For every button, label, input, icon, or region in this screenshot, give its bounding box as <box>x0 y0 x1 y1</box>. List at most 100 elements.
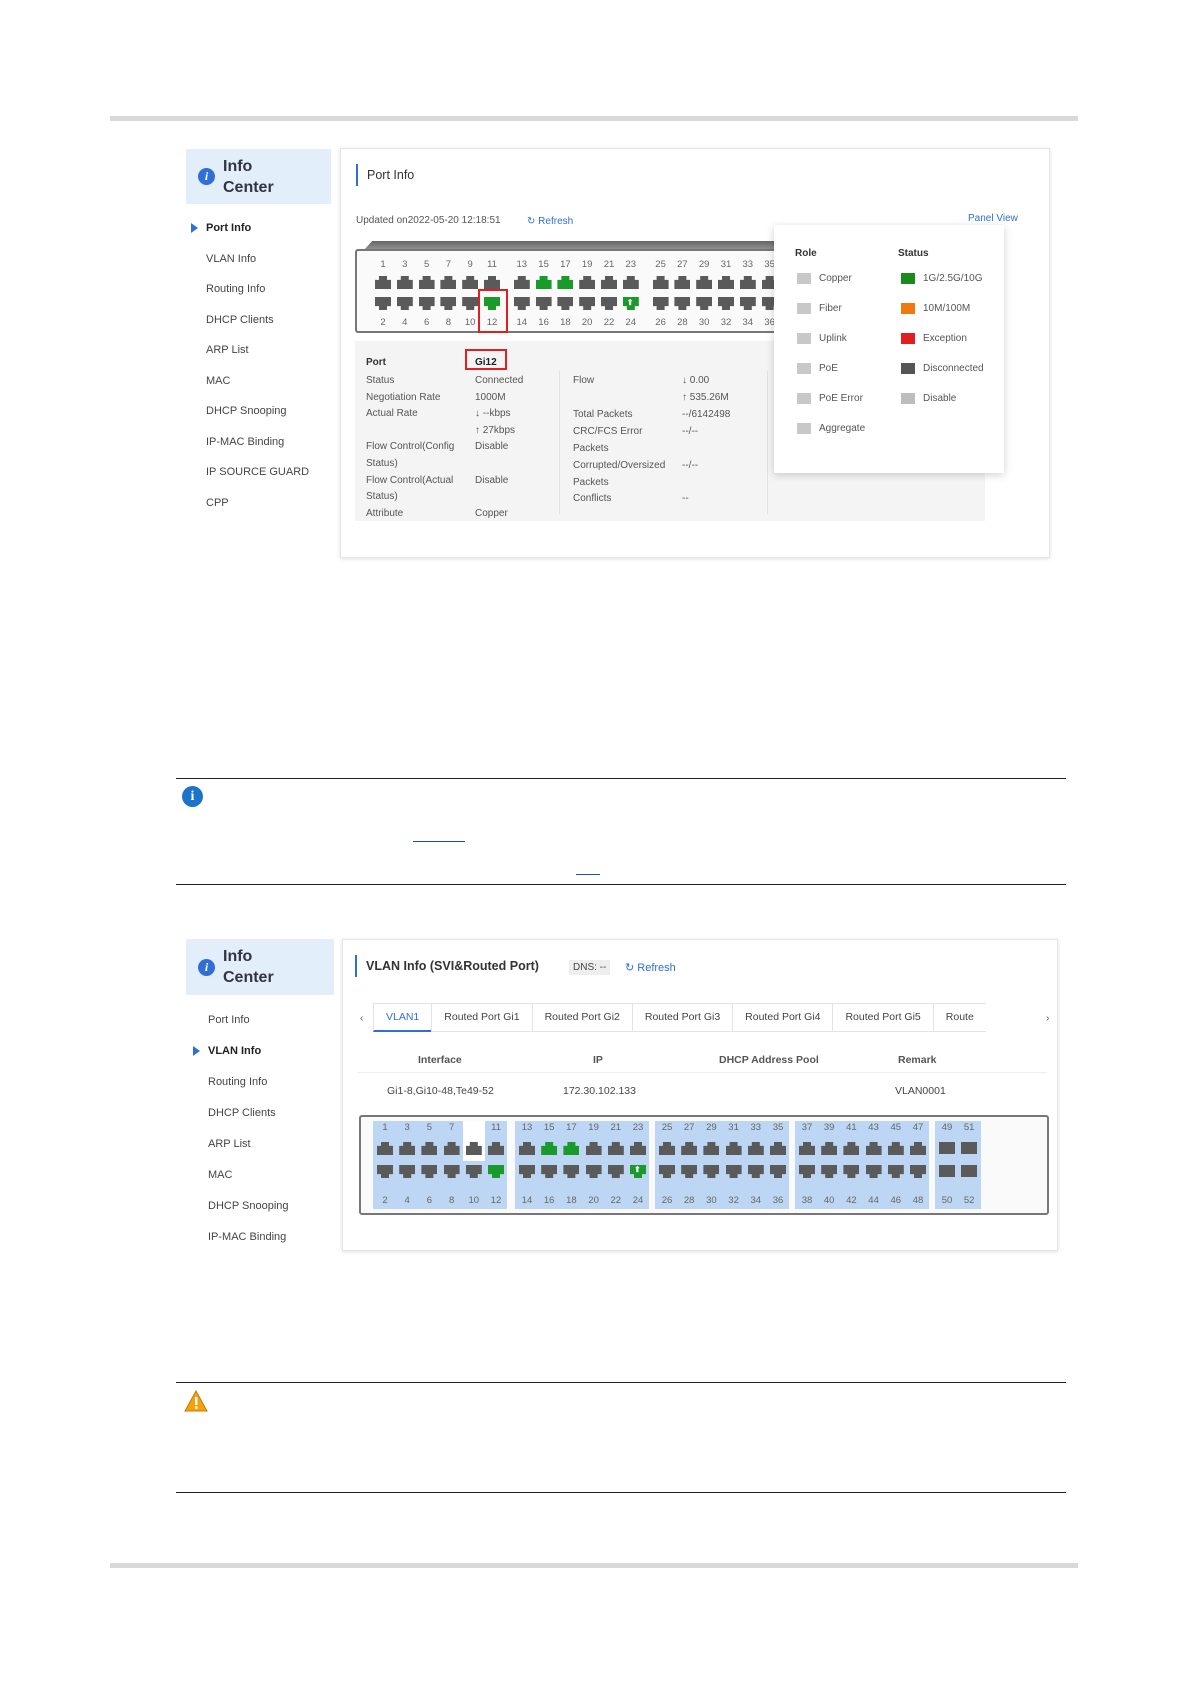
detail-key[interactable]: Attribute <box>366 508 403 519</box>
port-number-top[interactable]: 15 <box>541 1122 557 1133</box>
port-number-top[interactable]: 1 <box>377 1122 393 1133</box>
role-label[interactable]: Fiber <box>819 303 842 314</box>
detail-value[interactable]: 1000M <box>475 392 506 403</box>
ethernet-port[interactable] <box>652 276 669 289</box>
port-number-top[interactable]: 5 <box>421 1122 437 1133</box>
detail-value[interactable]: ↑ 535.26M <box>682 392 729 403</box>
port-number-top[interactable]: 23 <box>623 259 639 270</box>
port-number-top[interactable]: 27 <box>674 259 690 270</box>
detail-value[interactable]: Disable <box>475 475 508 486</box>
port-number-bottom[interactable]: 30 <box>703 1195 719 1206</box>
status-label[interactable]: Exception <box>923 333 967 344</box>
detail-value[interactable]: -- <box>682 493 689 504</box>
port-number-top[interactable]: 31 <box>718 259 734 270</box>
port-number-top[interactable]: 49 <box>939 1122 955 1133</box>
port-number-top[interactable]: 41 <box>843 1122 859 1133</box>
tab-item[interactable]: Routed Port Gi2 <box>531 1003 632 1032</box>
table-cell[interactable]: Gi1-8,Gi10-48,Te49-52 <box>387 1085 494 1097</box>
port-number-top[interactable]: 3 <box>399 1122 415 1133</box>
ethernet-port[interactable] <box>961 1142 978 1154</box>
port-number-bottom[interactable]: 24 <box>630 1195 646 1206</box>
vlan-refresh-button[interactable]: ↻ Refresh <box>625 961 676 974</box>
detail-key[interactable]: Conflicts <box>573 493 611 504</box>
port-number-bottom[interactable]: 6 <box>421 1195 437 1206</box>
tab-item[interactable]: VLAN1 <box>373 1003 432 1032</box>
role-label[interactable]: Copper <box>819 273 852 284</box>
detail-key[interactable]: Flow Control(Actual <box>366 475 453 486</box>
detail-key[interactable]: Packets <box>573 443 609 454</box>
detail-key[interactable]: Packets <box>573 477 609 488</box>
port-number-bottom[interactable]: 22 <box>608 1195 624 1206</box>
ethernet-port[interactable] <box>535 276 552 289</box>
ethernet-port[interactable] <box>557 297 574 310</box>
port-number-bottom[interactable]: 30 <box>696 317 712 328</box>
sidebar-item[interactable]: Routing Info <box>206 283 265 295</box>
port-9-unselected-bg[interactable] <box>462 1121 485 1161</box>
port-number-bottom[interactable]: 48 <box>910 1195 926 1206</box>
port-number-bottom[interactable]: 18 <box>563 1195 579 1206</box>
detail-key[interactable]: Flow <box>573 375 594 386</box>
port-number-top[interactable]: 51 <box>961 1122 977 1133</box>
port-number-bottom[interactable]: 8 <box>440 317 456 328</box>
sidebar-item[interactable]: DHCP Clients <box>208 1107 276 1119</box>
sidebar-item[interactable]: VLAN Info <box>192 1045 261 1057</box>
port-number-bottom[interactable]: 22 <box>601 317 617 328</box>
port-number-top[interactable]: 13 <box>519 1122 535 1133</box>
status-label[interactable]: 1G/2.5G/10G <box>923 273 982 284</box>
sidebar-item[interactable]: IP-MAC Binding <box>206 436 284 448</box>
refresh-button[interactable]: ↻ Refresh <box>527 216 573 227</box>
detail-key[interactable]: Negotiation Rate <box>366 392 441 403</box>
port-number-bottom[interactable]: 6 <box>419 317 435 328</box>
role-label[interactable]: Uplink <box>819 333 847 344</box>
port-number-bottom[interactable]: 8 <box>444 1195 460 1206</box>
port-number-top[interactable]: 29 <box>696 259 712 270</box>
tab-item[interactable]: Route <box>932 1003 986 1032</box>
ethernet-port[interactable] <box>739 276 756 289</box>
tabs-prev-icon[interactable]: ‹ <box>360 1013 363 1024</box>
status-label[interactable]: 10M/100M <box>923 303 970 314</box>
detail-value[interactable]: ↑ 27kbps <box>475 425 515 436</box>
port-number-bottom[interactable]: 26 <box>659 1195 675 1206</box>
port-number-top[interactable]: 33 <box>740 259 756 270</box>
port-number-bottom[interactable]: 28 <box>674 317 690 328</box>
table-header[interactable]: Interface <box>418 1054 462 1066</box>
ethernet-port[interactable] <box>622 276 639 289</box>
port-number-top[interactable]: 37 <box>799 1122 815 1133</box>
ethernet-port[interactable] <box>462 276 479 289</box>
port-number-top[interactable]: 15 <box>536 259 552 270</box>
ethernet-port[interactable] <box>652 297 669 310</box>
port-group-selected[interactable] <box>515 1121 649 1209</box>
ethernet-port[interactable] <box>601 297 617 310</box>
port-group-selected[interactable] <box>655 1121 789 1209</box>
note-link-underline-2[interactable] <box>576 874 600 875</box>
port-number-bottom[interactable]: 2 <box>377 1195 393 1206</box>
ethernet-port[interactable] <box>696 276 713 289</box>
port-number-bottom[interactable]: 18 <box>557 317 573 328</box>
ethernet-port[interactable] <box>396 276 413 289</box>
tab-item[interactable]: Routed Port Gi5 <box>832 1003 933 1032</box>
ethernet-port[interactable] <box>674 297 691 310</box>
port-number-bottom[interactable]: 10 <box>462 317 478 328</box>
ethernet-port[interactable] <box>484 276 500 289</box>
role-poe-icon[interactable] <box>797 363 811 374</box>
port-number-top[interactable]: 45 <box>888 1122 904 1133</box>
table-header[interactable]: Remark <box>898 1054 937 1066</box>
port-number-top[interactable]: 5 <box>419 259 435 270</box>
port-group-selected[interactable] <box>795 1121 929 1209</box>
info-center-header[interactable]: i Info Center <box>186 149 331 204</box>
status-3-icon[interactable] <box>901 363 915 374</box>
port-number-top[interactable]: 35 <box>770 1122 786 1133</box>
detail-key[interactable]: Total Packets <box>573 409 632 420</box>
port-number-top[interactable]: 21 <box>608 1122 624 1133</box>
port-number-bottom[interactable]: 46 <box>888 1195 904 1206</box>
port-number-bottom[interactable]: 26 <box>653 317 669 328</box>
ethernet-port[interactable] <box>513 276 530 289</box>
sidebar-item[interactable]: Routing Info <box>208 1076 267 1088</box>
ethernet-port[interactable] <box>396 297 413 310</box>
detail-value[interactable]: Connected <box>475 375 523 386</box>
port-number-top[interactable]: 19 <box>586 1122 602 1133</box>
ethernet-port[interactable] <box>718 276 734 289</box>
tab-item[interactable]: Routed Port Gi4 <box>732 1003 833 1032</box>
table-header[interactable]: IP <box>593 1054 603 1066</box>
uplink-arrow-icon[interactable]: ⬆ <box>627 298 634 307</box>
